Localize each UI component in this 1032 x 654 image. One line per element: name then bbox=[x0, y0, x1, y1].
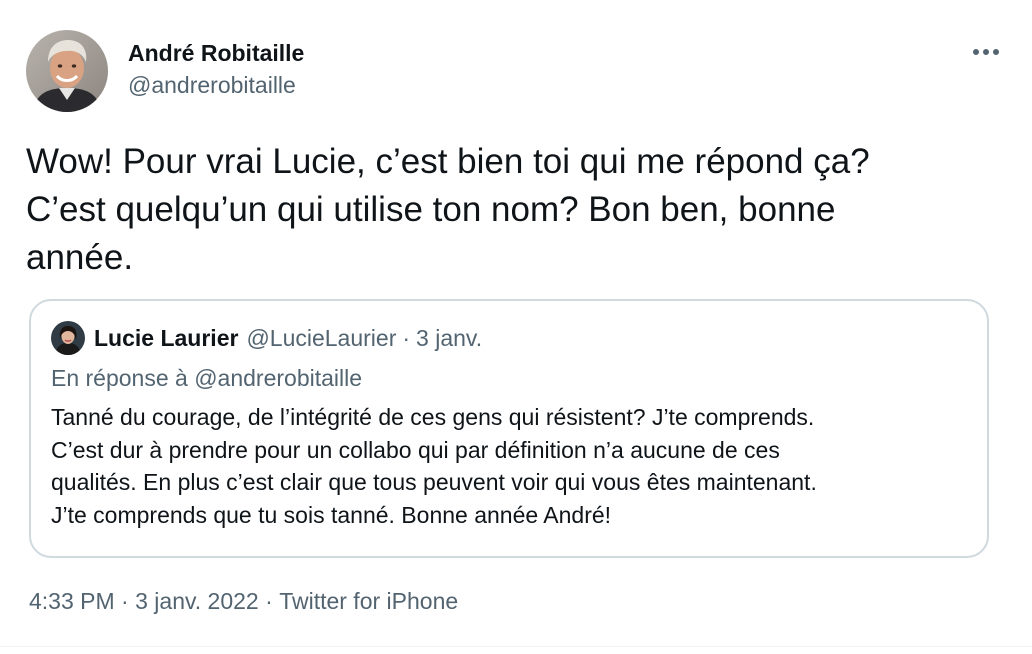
author-handle[interactable]: @andrerobitaille bbox=[128, 70, 304, 100]
quoted-tweet-text: Tanné du courage, de l’intégrité de ces … bbox=[51, 404, 817, 528]
more-horizontal-icon[interactable] bbox=[968, 38, 1004, 66]
tweet-source[interactable]: Twitter for iPhone bbox=[279, 588, 458, 615]
quoted-avatar bbox=[51, 321, 85, 355]
author-display-name[interactable]: André Robitaille bbox=[128, 38, 304, 68]
tweet-text: Wow! Pour vrai Lucie, c’est bien toi qui… bbox=[26, 142, 870, 277]
tweet-date[interactable]: 3 janv. 2022 bbox=[135, 588, 259, 615]
quoted-separator: · bbox=[402, 324, 411, 351]
avatar[interactable] bbox=[26, 30, 108, 112]
reply-context: En réponse à @andrerobitaille bbox=[51, 365, 363, 391]
quoted-display-name[interactable]: Lucie Laurier bbox=[94, 325, 238, 352]
tweet-metadata: 4:33 PM · 3 janv. 2022 · Twitter for iPh… bbox=[29, 588, 458, 615]
meta-separator: · bbox=[258, 588, 280, 614]
tweet: André Robitaille @andrerobitaille Wow! P… bbox=[0, 0, 1032, 654]
meta-separator: · bbox=[114, 588, 136, 614]
tweet-header: André Robitaille @andrerobitaille bbox=[26, 30, 1006, 114]
quoted-date[interactable]: 3 janv. bbox=[416, 325, 482, 352]
tweet-time[interactable]: 4:33 PM bbox=[29, 588, 115, 615]
quoted-handle[interactable]: @LucieLaurier bbox=[246, 325, 396, 352]
author-info: André Robitaille @andrerobitaille bbox=[128, 38, 304, 100]
quoted-tweet[interactable]: Lucie Laurier @LucieLaurier · 3 janv. En… bbox=[29, 299, 989, 558]
divider bbox=[0, 646, 1032, 647]
quoted-tweet-header: Lucie Laurier @LucieLaurier · 3 janv. bbox=[51, 321, 482, 355]
